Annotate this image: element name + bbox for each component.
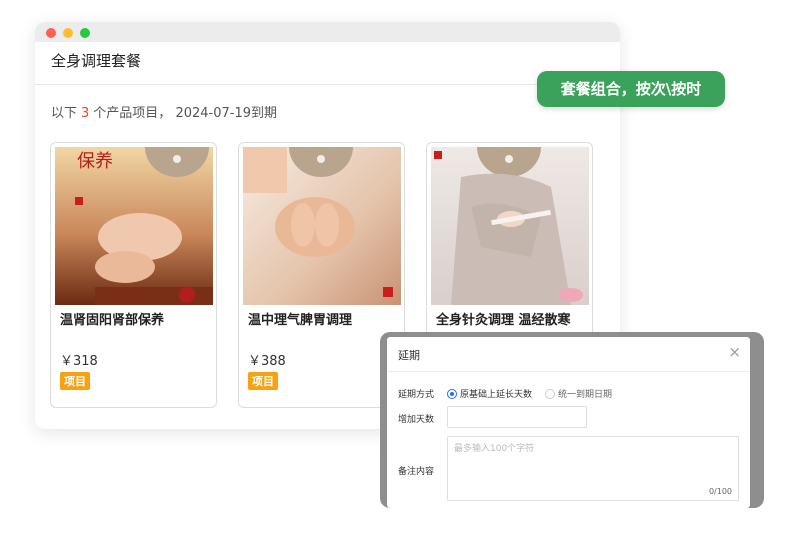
expiry-date: 2024-07-19到期 xyxy=(175,106,278,121)
summary-middle: 个产品项目， xyxy=(93,106,172,121)
product-photo xyxy=(243,147,401,305)
product-price: ￥388 xyxy=(248,354,286,369)
feature-badge: 套餐组合，按次\按时 xyxy=(537,71,725,107)
radio-extend-days-label: 原基础上延长天数 xyxy=(460,390,533,400)
radio-unselected-icon xyxy=(545,389,555,399)
extend-dialog: 延期 × 延期方式 原基础上延长天数 统一到期日期 增加天数 备注内容 最多输入… xyxy=(387,337,750,508)
summary-prefix: 以下 xyxy=(51,106,78,121)
photo-text: 保养 xyxy=(77,151,113,172)
radio-unified-date[interactable]: 统一到期日期 xyxy=(545,387,612,400)
close-window-dot[interactable] xyxy=(46,28,56,38)
summary-line: 以下 3 个产品项目， 2024-07-19到期 xyxy=(51,102,277,121)
page-title: 全身调理套餐 xyxy=(51,52,142,70)
product-name: 温中理气脾胃调理 xyxy=(248,313,353,328)
note-placeholder: 最多输入100个字符 xyxy=(454,444,535,454)
dialog-divider xyxy=(387,371,750,372)
product-tag: 项目 xyxy=(248,372,278,390)
product-tag: 项目 xyxy=(60,372,90,390)
close-icon[interactable]: × xyxy=(728,343,741,361)
product-name: 温肾固阳肾部保养 xyxy=(60,313,165,328)
product-count: 3 xyxy=(81,106,90,121)
note-textarea[interactable]: 最多输入100个字符 0/100 xyxy=(447,436,739,501)
product-card[interactable]: 保养 温肾固阳肾部保养 ￥318 项目 xyxy=(50,142,217,408)
window-titlebar xyxy=(35,22,620,42)
minimize-window-dot[interactable] xyxy=(63,28,73,38)
product-price: ￥318 xyxy=(60,354,98,369)
mode-label: 延期方式 xyxy=(398,390,435,400)
radio-extend-days[interactable]: 原基础上延长天数 xyxy=(447,387,532,400)
product-photo: 保养 xyxy=(55,147,213,305)
product-photo xyxy=(431,147,589,305)
note-label: 备注内容 xyxy=(398,467,435,477)
maximize-window-dot[interactable] xyxy=(80,28,90,38)
days-input[interactable] xyxy=(447,406,587,428)
product-name: 全身针灸调理 温经散寒 xyxy=(436,313,571,328)
days-label: 增加天数 xyxy=(398,415,435,425)
header-divider xyxy=(35,84,620,85)
dialog-title: 延期 xyxy=(398,349,420,362)
radio-selected-icon xyxy=(447,389,457,399)
note-char-count: 0/100 xyxy=(708,487,732,496)
radio-unified-date-label: 统一到期日期 xyxy=(558,390,613,400)
